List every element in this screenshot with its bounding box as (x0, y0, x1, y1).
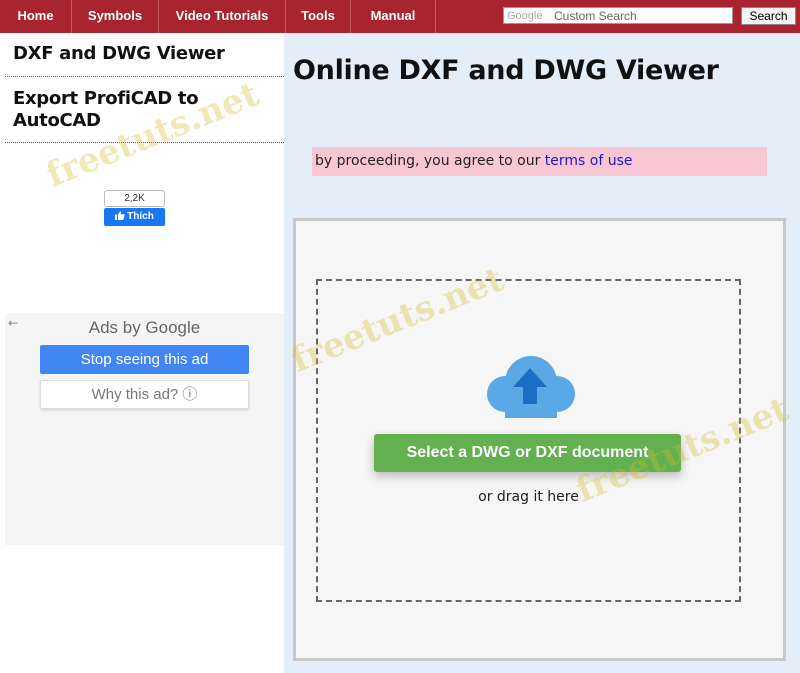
top-nav: Home Symbols Video Tutorials Tools Manua… (0, 0, 800, 33)
nav-symbols[interactable]: Symbols (72, 0, 159, 33)
stop-seeing-ad-button[interactable]: Stop seeing this ad (40, 345, 249, 374)
upload-dropzone[interactable]: Select a DWG or DXF document or drag it … (293, 218, 786, 661)
page-title: Online DXF and DWG Viewer (293, 55, 719, 86)
search-button[interactable]: Search (741, 7, 796, 25)
drop-area[interactable]: Select a DWG or DXF document or drag it … (316, 279, 741, 602)
thumbs-up-icon (115, 211, 125, 220)
main-content: Online DXF and DWG Viewer by proceeding,… (284, 33, 800, 673)
search-input[interactable]: Google Custom Search (503, 7, 733, 24)
terms-notice-text: by proceeding, you agree to our (315, 153, 545, 169)
like-count: 2,2K (104, 190, 165, 207)
terms-notice: by proceeding, you agree to our terms of… (312, 147, 767, 176)
why-this-ad-button[interactable]: Why this ad? ⓘ (40, 380, 249, 409)
drag-hint: or drag it here (478, 489, 579, 505)
ads-by-google-title: Ads by Google (88, 318, 201, 337)
google-ad-panel: ← Ads by Google Stop seeing this ad Why … (5, 313, 284, 545)
nav-home[interactable]: Home (0, 0, 72, 33)
facebook-like-widget: 2,2K Thích (104, 190, 165, 226)
terms-of-use-link[interactable]: terms of use (545, 153, 633, 169)
search-google-label: Google (507, 10, 543, 22)
sidebar: DXF and DWG Viewer Export ProfiCAD to Au… (0, 33, 284, 673)
like-label: Thích (127, 211, 154, 222)
like-button[interactable]: Thích (104, 208, 165, 226)
select-document-button[interactable]: Select a DWG or DXF document (374, 434, 681, 472)
sidebar-link-dxf-dwg-viewer[interactable]: DXF and DWG Viewer (5, 33, 284, 77)
search-placeholder: Custom Search (554, 9, 637, 23)
cloud-upload-icon (487, 356, 575, 418)
nav-manual[interactable]: Manual (351, 0, 436, 33)
nav-video-tutorials[interactable]: Video Tutorials (159, 0, 286, 33)
nav-tools[interactable]: Tools (286, 0, 351, 33)
sidebar-link-export-proficad[interactable]: Export ProfiCAD to AutoCAD (5, 77, 284, 143)
